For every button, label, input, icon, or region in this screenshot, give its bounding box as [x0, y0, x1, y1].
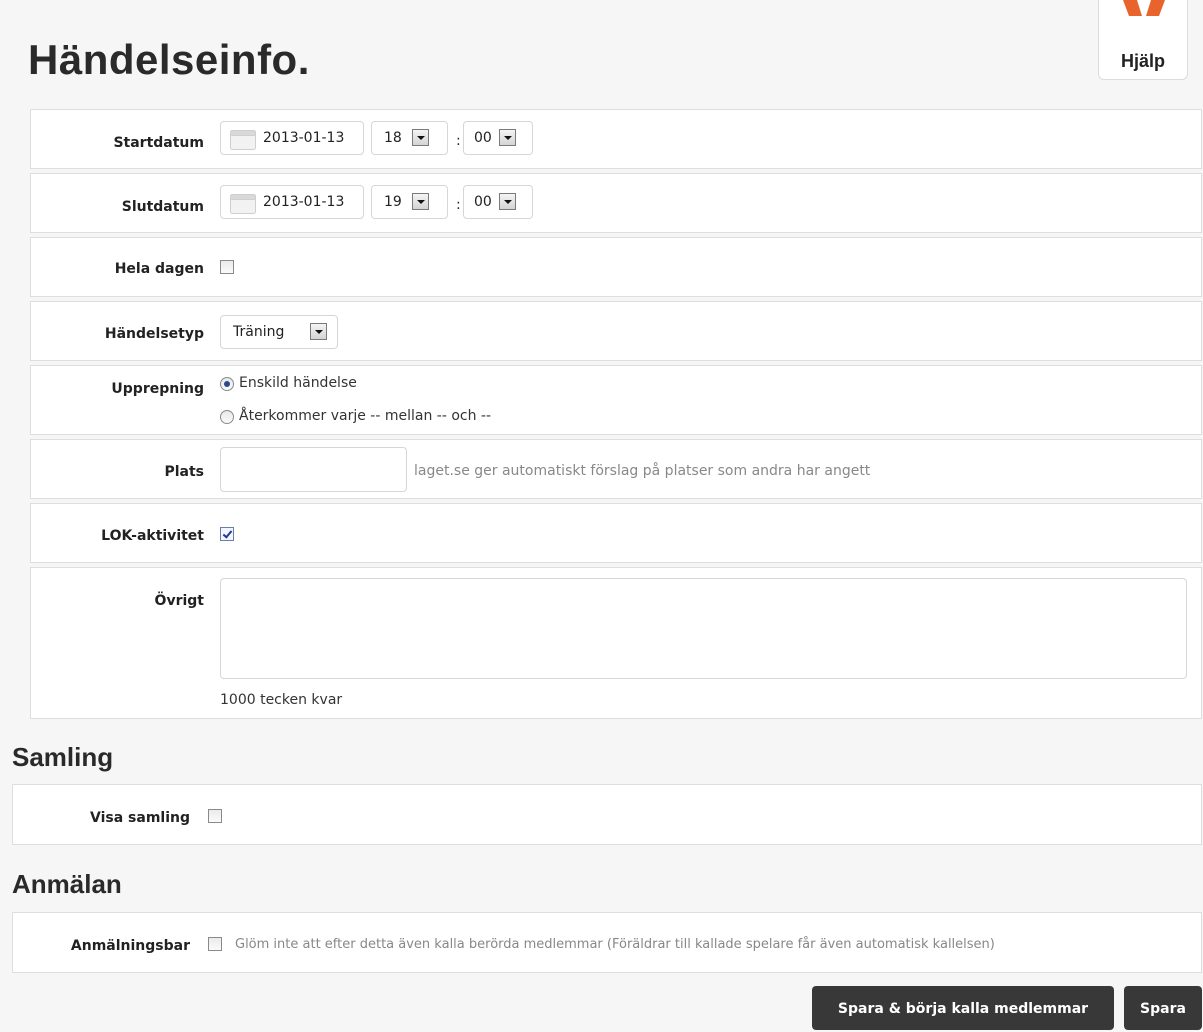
event-type-label: Händelsetyp [104, 326, 204, 342]
start-hour-value: 18 [384, 130, 402, 146]
repetition-label: Upprepning [111, 381, 204, 397]
place-input[interactable] [220, 447, 407, 492]
help-label: Hjälp [1120, 51, 1165, 71]
calendar-icon [230, 194, 256, 214]
anmalan-row: Anmälningsbar Glöm inte att efter detta … [12, 912, 1202, 973]
other-counter: 1000 tecken kvar [220, 692, 343, 708]
lok-row: LOK-aktivitet [30, 503, 1202, 563]
place-label: Plats [164, 464, 204, 480]
all-day-checkbox[interactable] [220, 260, 234, 274]
event-type-value: Träning [233, 324, 285, 340]
time-separator: : [456, 197, 461, 213]
repetition-single-label[interactable]: Enskild händelse [239, 375, 357, 391]
end-minute-value: 00 [474, 194, 492, 210]
start-minute-value: 00 [474, 130, 492, 146]
end-date-picker[interactable]: 2013-01-13 [220, 185, 364, 219]
end-date-value: 2013-01-13 [263, 194, 345, 210]
all-day-label: Hela dagen [114, 261, 204, 277]
dropdown-arrow-icon [499, 193, 516, 210]
end-hour-select[interactable]: 19 [371, 185, 448, 219]
anmalan-note: Glöm inte att efter detta även kalla ber… [235, 937, 995, 952]
end-label: Slutdatum [121, 199, 204, 215]
dropdown-arrow-icon [310, 323, 327, 340]
end-hour-value: 19 [384, 194, 402, 210]
dropdown-arrow-icon [499, 129, 516, 146]
repetition-single-radio[interactable] [220, 377, 234, 391]
dropdown-arrow-icon [412, 193, 429, 210]
anmalan-registrable-checkbox[interactable] [208, 937, 222, 951]
time-separator: : [456, 133, 461, 149]
start-label: Startdatum [113, 135, 204, 151]
page-title: Händelseinfo. [28, 36, 310, 83]
place-row: Plats laget.se ger automatiskt förslag p… [30, 439, 1202, 499]
save-and-call-button[interactable]: Spara & börja kalla medlemmar [812, 986, 1114, 1030]
event-type-row: Händelsetyp Träning [30, 301, 1202, 361]
help-logo-icon [1123, 0, 1165, 16]
samling-show-label: Visa samling [90, 810, 190, 826]
repetition-row: Upprepning Enskild händelse Återkommer v… [30, 365, 1202, 435]
place-hint: laget.se ger automatiskt förslag på plat… [414, 463, 871, 479]
repetition-recurring-radio[interactable] [220, 410, 234, 424]
samling-title: Samling [12, 742, 114, 772]
lok-checkbox[interactable] [220, 527, 234, 541]
calendar-icon [230, 130, 256, 150]
end-minute-select[interactable]: 00 [463, 185, 533, 219]
other-textarea[interactable] [220, 578, 1187, 679]
repetition-recurring-label[interactable]: Återkommer varje -- mellan -- och -- [239, 408, 491, 424]
save-button[interactable]: Spara [1124, 986, 1202, 1030]
start-date-value: 2013-01-13 [263, 130, 345, 146]
anmalan-registrable-label: Anmälningsbar [70, 938, 190, 954]
help-button[interactable]: Hjälp [1098, 0, 1188, 80]
start-hour-select[interactable]: 18 [371, 121, 448, 155]
end-row: Slutdatum 2013-01-13 19 : 00 [30, 173, 1202, 233]
event-type-select[interactable]: Träning [220, 315, 338, 349]
lok-label: LOK-aktivitet [101, 528, 204, 544]
anmalan-title: Anmälan [12, 869, 122, 899]
samling-row: Visa samling [12, 784, 1202, 845]
start-minute-select[interactable]: 00 [463, 121, 533, 155]
start-row: Startdatum 2013-01-13 18 : 00 [30, 109, 1202, 169]
samling-show-checkbox[interactable] [208, 809, 222, 823]
all-day-row: Hela dagen [30, 237, 1202, 297]
other-label: Övrigt [154, 593, 204, 609]
dropdown-arrow-icon [412, 129, 429, 146]
other-row: Övrigt 1000 tecken kvar [30, 567, 1202, 719]
start-date-picker[interactable]: 2013-01-13 [220, 121, 364, 155]
